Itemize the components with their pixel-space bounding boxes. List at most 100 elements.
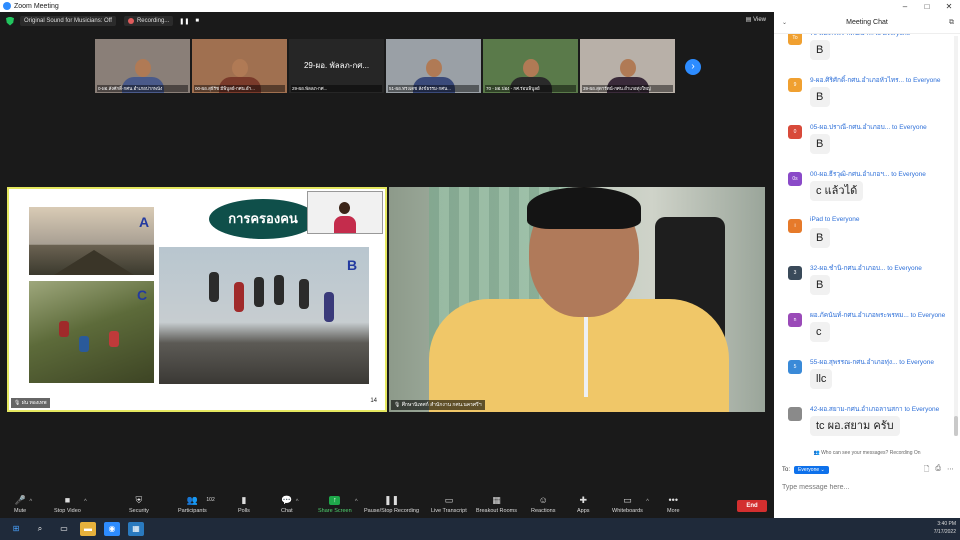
minimize-button[interactable]: – <box>894 2 916 11</box>
chat-sender[interactable]: 79-ผอ.ศิริพร-กศน.อำ... to Everyone <box>810 34 952 38</box>
mute-button[interactable]: 🎤 Mute ^ <box>14 496 32 515</box>
participant-name-label: 00-ผอ.สุธีรัช มีพิบูลย์-กศน.อำ... <box>194 85 285 92</box>
to-label: To: <box>782 467 791 473</box>
chat-button[interactable]: 💬 Chat ^ <box>281 495 299 515</box>
avatar: 3 <box>788 266 802 280</box>
avatar: 0s <box>788 172 802 186</box>
people-icon: 👥 <box>813 450 822 456</box>
avatar: i <box>788 219 802 233</box>
participants-button[interactable]: 👥 Participants 102 <box>178 495 215 515</box>
pause-stop-icon: ❚❚ <box>383 495 400 505</box>
chat-bubble-icon: 💬 <box>281 495 293 505</box>
maximize-button[interactable]: □ <box>916 2 938 11</box>
chat-sender[interactable]: 9-ผอ.ศิริศักดิ์-กศน.อำเภอหัวไทร... to Ev… <box>810 75 952 85</box>
recording-indicator: Recording... <box>123 16 174 26</box>
chat-message: 3 32-ผอ.ชำนิ-กศน.อำเภอบ... to Everyone B <box>780 259 954 306</box>
cloud-recording-icon <box>127 18 134 24</box>
chat-sender[interactable]: 00-ผอ.ธีรวุฒิ-กศน.อำเภอฯ... to Everyone <box>810 169 952 179</box>
chat-message: 0 05-ผอ.ปราณี-กศน.อำเภอบ... to Everyone B <box>780 118 954 165</box>
share-screen-button[interactable]: ↑ Share Screen ^ <box>318 496 358 514</box>
reactions-button[interactable]: ☺ Reactions <box>531 495 555 515</box>
mic-icon: 🎙 <box>14 400 21 406</box>
stop-video-button[interactable]: ■ Stop Video ^ <box>54 495 87 515</box>
whiteboards-button[interactable]: ▭ Whiteboards ^ <box>612 496 649 515</box>
participant-thumbnail[interactable]: 0-ผอ.สังศักดิ์-กศน.อำเภอปากพนัง <box>95 39 190 93</box>
chat-bubble: B <box>810 134 830 154</box>
slide-letter-a: A <box>139 214 150 230</box>
avatar: 5 <box>788 360 802 374</box>
chat-sender[interactable]: 05-ผอ.ปราณี-กศน.อำเภอบ... to Everyone <box>810 122 952 132</box>
chat-message: To 79-ผอ.ศิริพร-กศน.อำ... to Everyone B <box>780 34 954 71</box>
participant-name-label: 39-ผอ.สุดารัตน์-กศน.อำเภอทุ่งใหญ่ <box>582 85 673 92</box>
presenter-pip-video[interactable] <box>307 191 383 234</box>
participants-icon: 👥 <box>186 495 198 505</box>
shared-screen: A B C การครองคน 14 🎙 ฝน ทองเทพ <box>7 187 387 412</box>
chat-sender[interactable]: 42-ผอ.สยาม-กศน.อำเภอลานสกา to Everyone <box>810 404 952 414</box>
slide-letter-b: B <box>347 257 358 273</box>
chat-bubble: B <box>810 275 830 295</box>
security-button[interactable]: ⛨ Security <box>129 495 149 515</box>
chat-sender[interactable]: iPad to Everyone <box>810 216 952 223</box>
chat-bubble: tc ผอ.สยาม ครับ <box>810 416 900 436</box>
participant-name-display: 29-ผอ. พัลลภ-กศ... <box>303 61 370 70</box>
next-page-arrow-icon[interactable]: › <box>685 59 701 75</box>
bar-chart-icon: ▮ <box>241 495 247 505</box>
search-icon[interactable]: ⌕ <box>32 522 48 536</box>
end-meeting-button[interactable]: End <box>737 500 767 512</box>
shield-icon: ⛨ <box>135 495 143 505</box>
pause-recording-icon[interactable]: ❚❚ <box>179 18 189 25</box>
emoji-icon: ☺ <box>538 495 548 505</box>
zoom-app-icon[interactable]: ◉ <box>104 522 120 536</box>
breakout-rooms-button[interactable]: ▦ Breakout Rooms <box>476 496 517 515</box>
windows-start-icon[interactable]: ⊞ <box>8 522 24 536</box>
clock-time: 3:40 PM <box>937 521 956 527</box>
polls-button[interactable]: ▮ Polls <box>238 495 250 515</box>
avatar: n <box>788 313 802 327</box>
participant-thumbnail[interactable]: 29-ผอ. พัลลภ-กศ... 29-ผอ.พัลลภ-กศ... <box>289 39 384 93</box>
original-sound-button[interactable]: Original Sound for Musicians: Off <box>20 16 116 26</box>
participant-thumbnail[interactable]: 39-ผอ.สุดารัตน์-กศน.อำเภอทุ่งใหญ่ <box>580 39 675 93</box>
chat-sender[interactable]: 32-ผอ.ชำนิ-กศน.อำเภอบ... to Everyone <box>810 263 952 273</box>
mic-icon: 🎙 <box>394 402 401 408</box>
shield-icon[interactable] <box>6 16 14 26</box>
more-dots-icon[interactable]: ⋯ <box>947 465 954 476</box>
stop-recording-icon[interactable]: ■ <box>195 18 199 24</box>
meeting-top-strip: Original Sound for Musicians: Off Record… <box>0 12 774 30</box>
speaker-video[interactable]: 🎙 ศึกษานิเทศก์ สำนักงาน กศน.นครศรีฯ <box>389 187 765 412</box>
close-button[interactable]: ✕ <box>938 2 960 11</box>
task-view-icon[interactable]: ▭ <box>56 522 72 536</box>
chat-title: Meeting Chat <box>846 19 888 26</box>
recipient-dropdown[interactable]: Everyone ⌄ <box>794 466 829 474</box>
participant-thumbnail[interactable]: 51-ผอ.ทรงเดช สังข์ธรรม-กศน... <box>386 39 481 93</box>
chat-scrollbar[interactable] <box>954 36 958 436</box>
slide-title: การครองคน <box>209 199 317 239</box>
view-button[interactable]: ▤ View <box>746 16 766 23</box>
live-transcript-button[interactable]: ▭ Live Transcript <box>431 495 467 515</box>
meeting-area: Original Sound for Musicians: Off Record… <box>0 12 774 491</box>
participant-name-label: 70 - ผอ.ปอง - กศ.ร่อนพิบูลย์ <box>485 85 576 92</box>
file-icon[interactable]: 🗋 <box>924 465 930 476</box>
file-explorer-icon[interactable]: ▬ <box>80 522 96 536</box>
chat-message-input[interactable] <box>782 481 952 493</box>
more-button[interactable]: ••• More <box>667 495 680 515</box>
pause-stop-recording-button[interactable]: ❚❚ Pause/Stop Recording <box>364 495 419 515</box>
who-can-see-link[interactable]: 👥 Who can see your messages? Recording O… <box>774 447 960 459</box>
system-tray-clock[interactable]: 3:40 PM 7/17/2022 <box>934 520 956 536</box>
chat-message-list[interactable]: To79-ผอ.ศิริพร-กศน.อำ... to EveryoneB99-… <box>774 34 954 444</box>
more-dots-icon: ••• <box>668 495 678 505</box>
cc-icon: ▭ <box>444 495 454 505</box>
video-camera-icon: ■ <box>64 495 71 505</box>
chat-sender[interactable]: ผอ.ภัคนันท์-กศน.อำเภอพระพรหม... to Every… <box>810 310 952 320</box>
app-taskbar-icon[interactable]: ▦ <box>128 522 144 536</box>
participant-thumbnail[interactable]: 70 - ผอ.ปอง - กศ.ร่อนพิบูลย์ <box>483 39 578 93</box>
screenshot-icon[interactable]: ⎙ <box>935 465 941 476</box>
window-title: Zoom Meeting <box>14 2 59 10</box>
thumbnail-strip: 0-ผอ.สังศักดิ์-กศน.อำเภอปากพนัง 00-ผอ.สุธ… <box>95 39 675 93</box>
popout-icon[interactable]: ⧉ <box>949 19 954 27</box>
apps-button[interactable]: ✚ Apps <box>577 496 590 515</box>
avatar <box>788 407 802 421</box>
participant-name-label: 51-ผอ.ทรงเดช สังข์ธรรม-กศน... <box>388 85 479 92</box>
share-screen-icon: ↑ <box>329 496 341 505</box>
participant-thumbnail[interactable]: 00-ผอ.สุธีรัช มีพิบูลย์-กศน.อำ... <box>192 39 287 93</box>
chat-sender[interactable]: 55-ผอ.สุพรรณ-กศน.อำเภอทุ่ง... to Everyon… <box>810 357 952 367</box>
